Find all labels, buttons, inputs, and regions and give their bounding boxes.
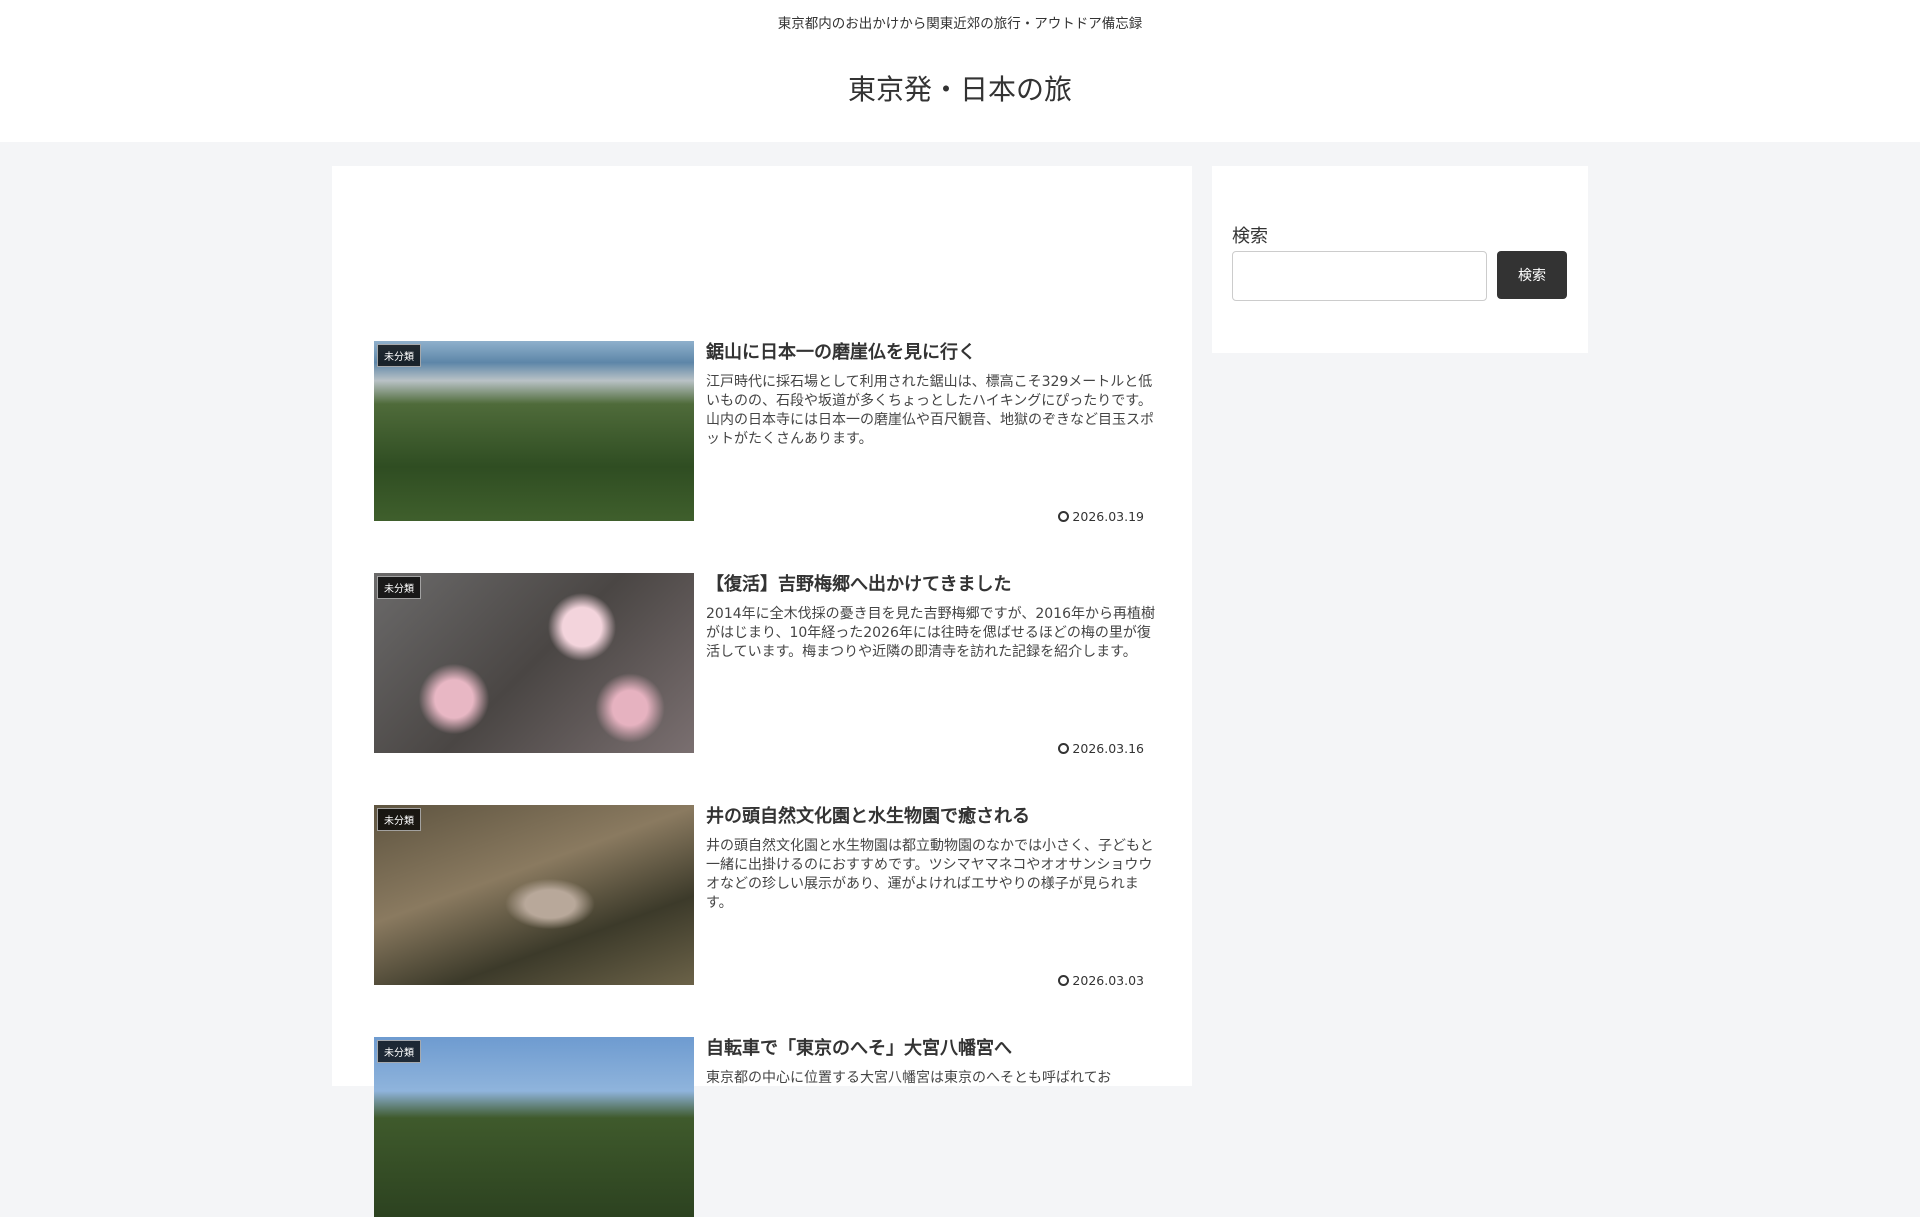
site-tagline: 東京都内のお出かけから関東近郊の旅行・アウトドア備忘録: [777, 16, 1143, 32]
search-button[interactable]: 検索: [1497, 251, 1567, 299]
sidebar-search-widget: 検索 検索: [1212, 166, 1588, 353]
main-content: 未分類 鋸山に日本一の磨崖仏を見に行く 江戸時代に採石場として利用された鋸山は、…: [332, 166, 1192, 1217]
entry-title[interactable]: 自転車で「東京のへそ」大宮八幡宮へ: [706, 1037, 1156, 1061]
entry-thumbnail[interactable]: 未分類: [374, 1037, 694, 1217]
entry-date: 2026.03.16: [1058, 741, 1144, 756]
entry-thumbnail[interactable]: 未分類: [374, 805, 694, 985]
category-label: 未分類: [377, 344, 421, 367]
entry-card[interactable]: 未分類 【復活】吉野梅郷へ出かけてきました 2014年に全木伐採の憂き目を見た吉…: [374, 573, 1156, 756]
entry-title[interactable]: 井の頭自然文化園と水生物園で癒される: [706, 805, 1156, 829]
entry-snippet: 江戸時代に採石場として利用された鋸山は、標高こそ329メートルと低いものの、石段…: [706, 374, 1154, 447]
search-widget-title: 検索: [1232, 226, 1268, 247]
entry-thumbnail[interactable]: 未分類: [374, 341, 694, 521]
clock-icon: [1058, 975, 1070, 986]
search-input[interactable]: [1232, 251, 1487, 301]
entry-snippet: 2014年に全木伐採の憂き目を見た吉野梅郷ですが、2016年から再植樹がはじまり…: [706, 606, 1155, 660]
entry-title[interactable]: 【復活】吉野梅郷へ出かけてきました: [706, 573, 1156, 597]
entry-date: 2026.03.03: [1058, 973, 1144, 988]
clock-icon: [1058, 743, 1070, 754]
clock-icon: [1058, 511, 1070, 522]
category-label: 未分類: [377, 576, 421, 599]
entry-card[interactable]: 未分類 自転車で「東京のへそ」大宮八幡宮へ 東京都の中心に位置する大宮八幡宮は東…: [374, 1037, 1154, 1217]
entry-snippet: 井の頭自然文化園と水生物園は都立動物園のなかでは小さく、子どもと一緒に出掛けるの…: [706, 838, 1154, 911]
entry-snippet: 東京都の中心に位置する大宮八幡宮は東京のへそとも呼ばれてお: [706, 1070, 1112, 1086]
entry-card[interactable]: 未分類 井の頭自然文化園と水生物園で癒される 井の頭自然文化園と水生物園は都立動…: [374, 805, 1156, 988]
entry-card[interactable]: 未分類 鋸山に日本一の磨崖仏を見に行く 江戸時代に採石場として利用された鋸山は、…: [374, 341, 1156, 524]
site-header: 東京都内のお出かけから関東近郊の旅行・アウトドア備忘録 東京発・日本の旅: [0, 0, 1920, 142]
entry-date: 2026.03.19: [1058, 509, 1144, 524]
category-label: 未分類: [377, 808, 421, 831]
category-label: 未分類: [377, 1040, 421, 1063]
entry-title[interactable]: 鋸山に日本一の磨崖仏を見に行く: [706, 341, 1156, 365]
entry-thumbnail[interactable]: 未分類: [374, 573, 694, 753]
site-title[interactable]: 東京発・日本の旅: [0, 68, 1920, 108]
